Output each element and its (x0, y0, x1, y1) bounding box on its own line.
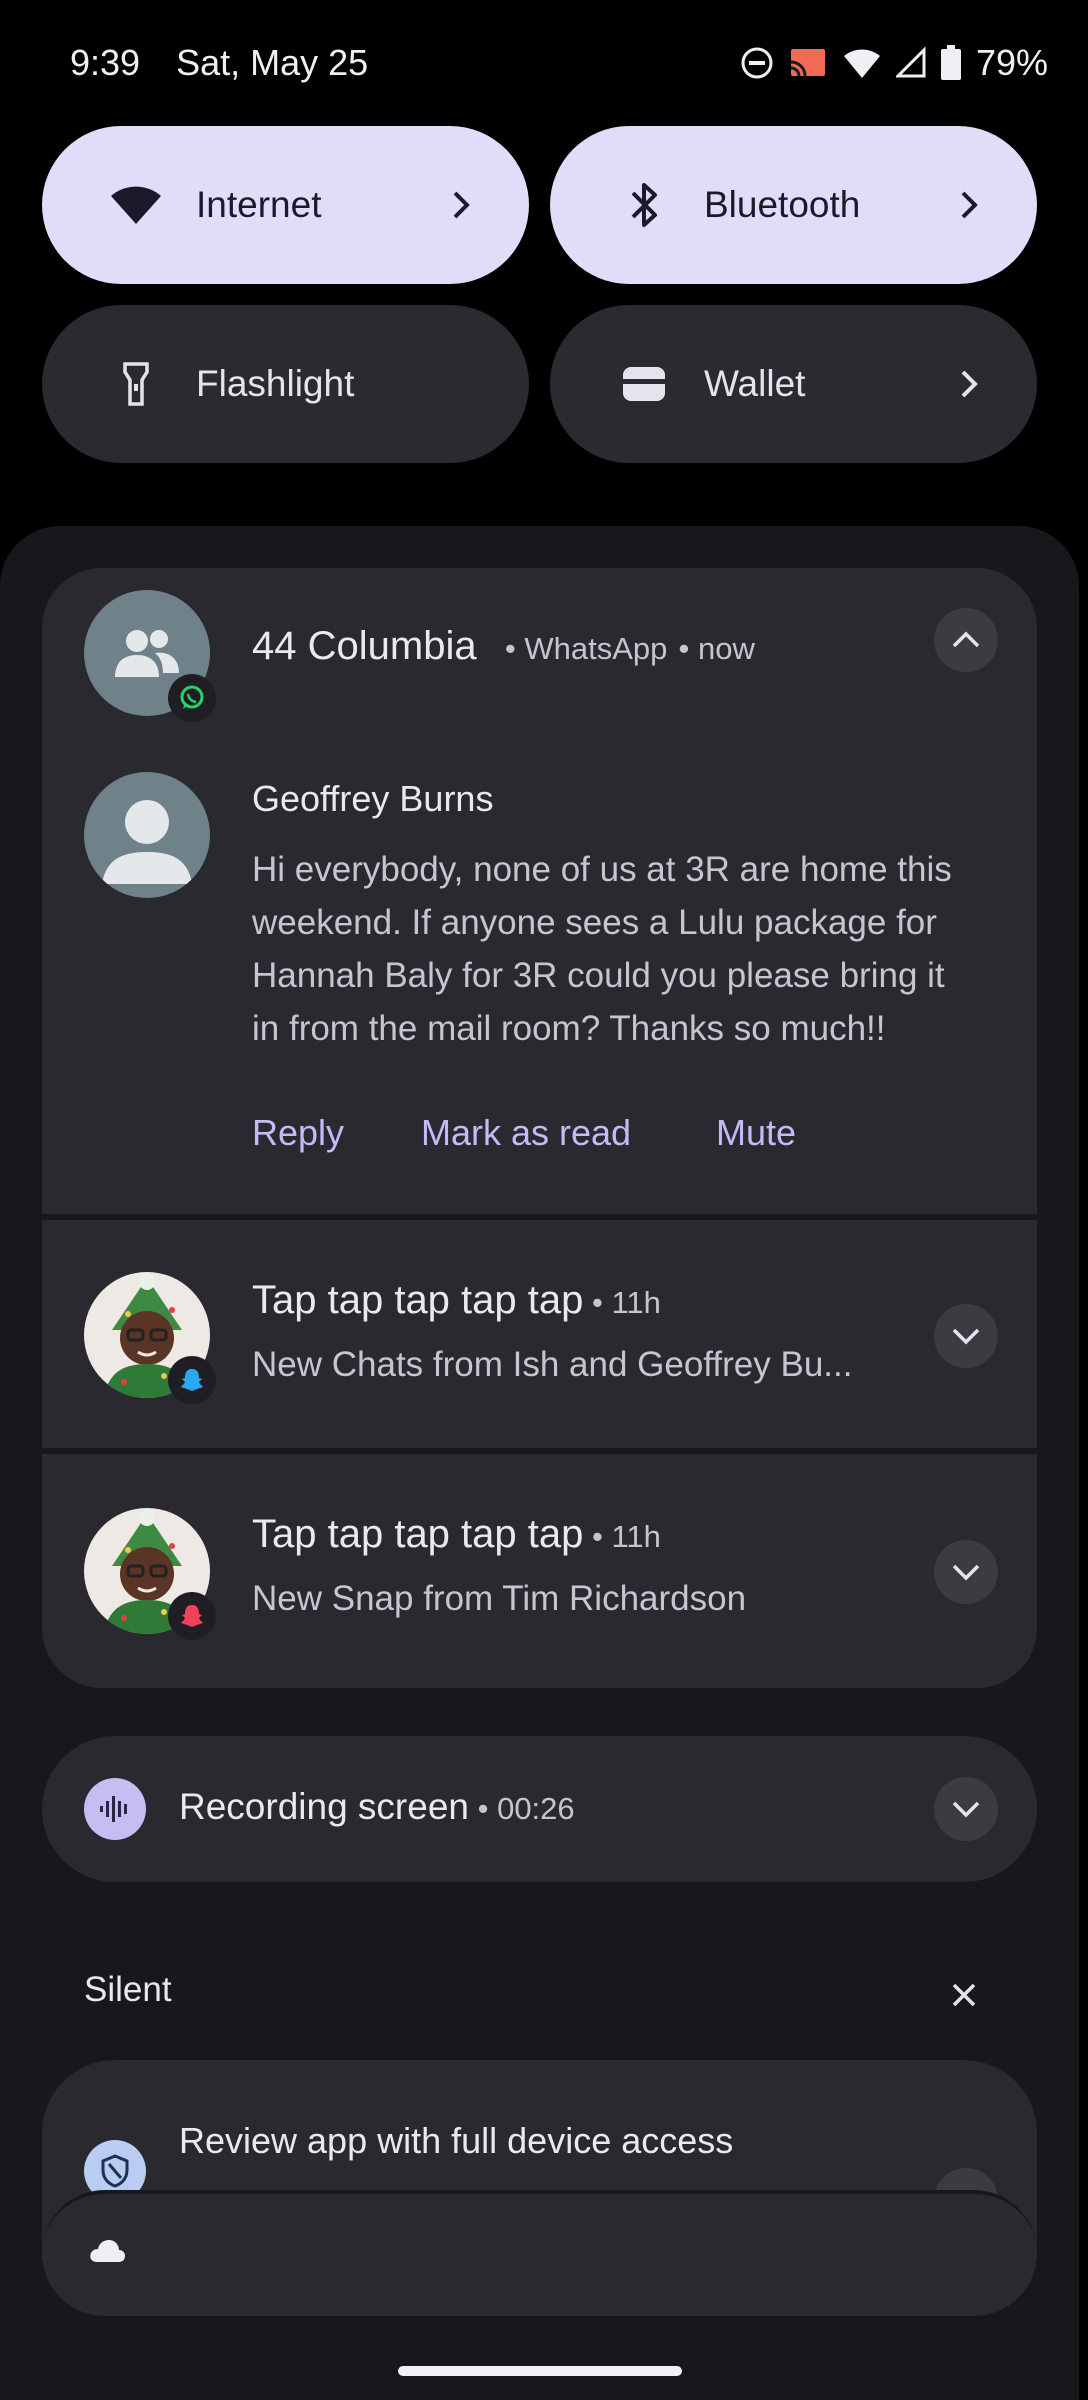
expand-button[interactable] (934, 1304, 998, 1368)
tile-bluetooth[interactable]: Bluetooth (550, 126, 1037, 284)
footer-bar[interactable] (42, 2190, 1037, 2316)
notification-group: 44 Columbia • WhatsApp • now Geoffrey Bu… (42, 568, 1037, 1688)
tile-internet[interactable]: Internet (42, 126, 529, 284)
wifi-icon (842, 46, 882, 80)
tile-label: Wallet (704, 363, 806, 404)
battery-percent: 79% (975, 41, 1048, 83)
clear-silent-button[interactable] (944, 1975, 984, 2015)
status-date: Sat, May 25 (176, 41, 369, 83)
cell-signal-icon (895, 45, 926, 80)
separator-dot: • (487, 631, 525, 666)
notification-text: New Chats from Ish and Geoffrey Bu... (252, 1345, 853, 1384)
sender-name: Geoffrey Burns (252, 778, 494, 819)
group-icon (115, 630, 179, 677)
tile-flashlight[interactable]: Flashlight (42, 305, 529, 463)
status-time: 9:39 (70, 41, 141, 83)
recording-duration: 00:26 (497, 1791, 575, 1826)
separator-dot: • (583, 1285, 612, 1320)
person-icon (102, 800, 192, 884)
tile-label: Internet (196, 184, 322, 225)
chevron-down-icon (952, 1564, 980, 1581)
notification-time: 11h (611, 1519, 661, 1554)
sender-avatar (84, 772, 210, 898)
tile-label: Flashlight (196, 363, 355, 404)
battery-icon (940, 44, 962, 81)
message-line: Hannah Baly for 3R could you please brin… (252, 956, 945, 995)
expand-button[interactable] (934, 1540, 998, 1604)
chevron-right-icon (951, 187, 987, 223)
mark-as-read-button[interactable]: Mark as read (421, 1112, 631, 1154)
group-avatar (84, 590, 216, 722)
cast-icon (788, 46, 828, 80)
status-bar: 9:39 Sat, May 25 79% (0, 0, 1088, 125)
close-icon (952, 1983, 976, 2007)
notification-header: 44 Columbia • WhatsApp • now (252, 624, 755, 669)
cloud-icon (88, 2238, 126, 2269)
conversation-title: 44 Columbia (252, 624, 477, 668)
notification-header: Recording screen • 00:26 (179, 1786, 575, 1828)
message-line: weekend. If anyone sees a Lulu package f… (252, 903, 937, 942)
snapchat-icon (168, 1356, 216, 1404)
tile-wallet[interactable]: Wallet (550, 305, 1037, 463)
chevron-down-icon (952, 1801, 980, 1818)
notification-header: Tap tap tap tap tap • 11h (252, 1278, 661, 1323)
snapchat-icon (168, 1592, 216, 1640)
recording-title: Recording screen (179, 1786, 469, 1827)
snapchat-notification[interactable]: Tap tap tap tap tap • 11h New Chats from… (42, 1220, 1037, 1448)
notification-title: Tap tap tap tap tap (252, 1512, 584, 1556)
notification-time: now (698, 631, 755, 666)
bluetooth-icon (616, 177, 672, 233)
wallet-icon (616, 356, 672, 412)
separator-dot: • (468, 1791, 498, 1826)
review-title: Review app with full device access (179, 2120, 734, 2161)
bitmoji-avatar (84, 1508, 216, 1640)
expand-button[interactable] (934, 1777, 998, 1841)
recording-icon (84, 1778, 146, 1840)
notification-text: New Snap from Tim Richardson (252, 1579, 747, 1618)
whatsapp-notification[interactable]: 44 Columbia • WhatsApp • now Geoffrey Bu… (42, 568, 1037, 1214)
chevron-right-icon (951, 366, 987, 402)
notification-header: Tap tap tap tap tap • 11h (252, 1512, 661, 1557)
chevron-right-icon (443, 187, 479, 223)
silent-section-header: Silent (84, 1970, 172, 2009)
app-name: WhatsApp (524, 631, 668, 666)
reply-button[interactable]: Reply (252, 1112, 344, 1154)
notification-time: 11h (611, 1285, 661, 1320)
chevron-down-icon (952, 1328, 980, 1345)
snapchat-notification[interactable]: Tap tap tap tap tap • 11h New Snap from … (42, 1454, 1037, 1688)
separator-dot: • (678, 631, 699, 666)
message-line: in from the mail room? Thanks so much!! (252, 1009, 886, 1048)
message-line: Hi everybody, none of us at 3R are home … (252, 850, 952, 889)
wifi-icon (108, 177, 164, 233)
tile-label: Bluetooth (704, 184, 861, 225)
bitmoji-avatar (84, 1272, 216, 1404)
notification-title: Tap tap tap tap tap (252, 1278, 584, 1322)
chevron-up-icon (952, 631, 980, 648)
collapse-button[interactable] (934, 608, 998, 672)
whatsapp-icon (168, 674, 216, 722)
separator-dot: • (583, 1519, 612, 1554)
message-body: Hi everybody, none of us at 3R are home … (252, 843, 1012, 1055)
mute-button[interactable]: Mute (716, 1112, 796, 1154)
recording-notification[interactable]: Recording screen • 00:26 (42, 1736, 1037, 1882)
do-not-disturb-icon (740, 46, 774, 80)
home-indicator[interactable] (398, 2366, 682, 2376)
flashlight-icon (108, 356, 164, 412)
